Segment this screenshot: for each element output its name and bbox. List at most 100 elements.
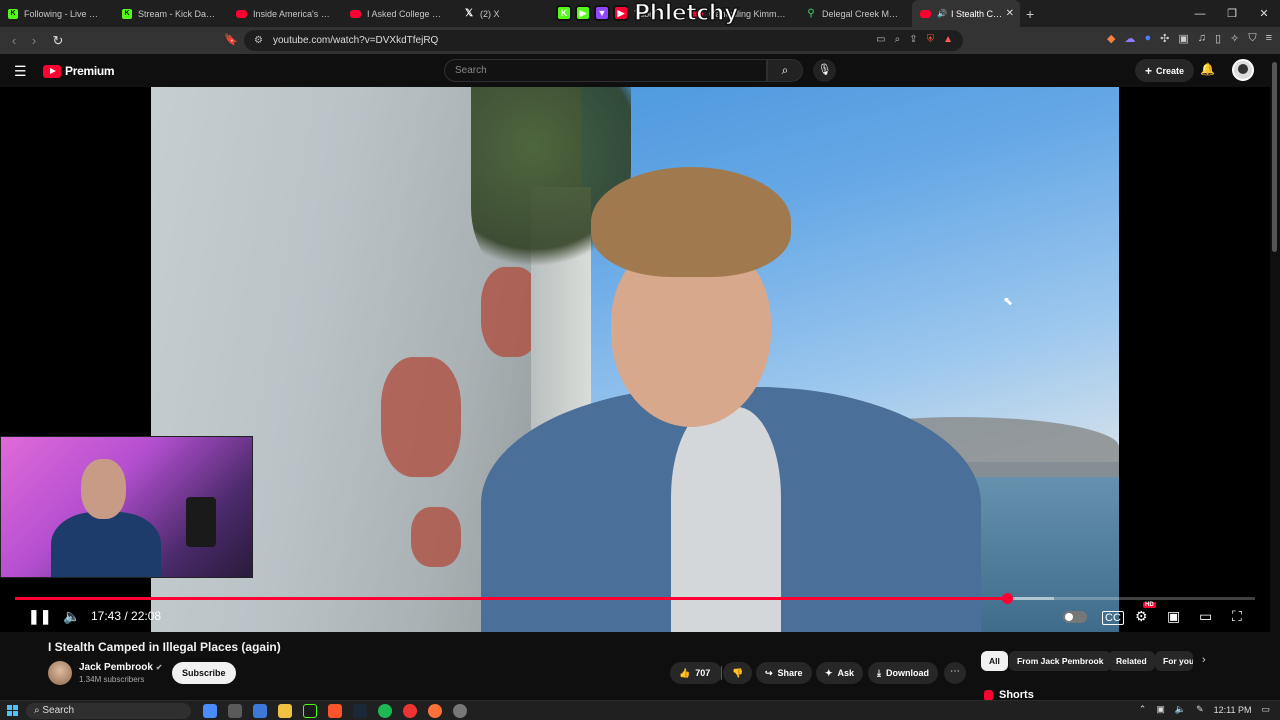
play-logo-icon: ▶ [575, 5, 591, 21]
tab-youtube-college[interactable]: I Asked College Kids If [342, 0, 456, 27]
video-scene-brick-stain [381, 357, 461, 477]
tab-kick-dashboard[interactable]: KStream - Kick Dashboard [114, 0, 228, 27]
overlay-logo-text: Phletchy [633, 0, 739, 26]
verified-icon: ✔ [155, 663, 163, 672]
brave-browser-icon[interactable] [328, 704, 342, 718]
tab-maps-marina[interactable]: ⚲ Delegal Creek Marina [798, 0, 912, 27]
share-button[interactable]: ↪ Share [756, 662, 812, 684]
media-icon[interactable]: ♫ [1198, 32, 1206, 45]
spotify-icon[interactable] [378, 704, 392, 718]
zoom-icon[interactable]: ⌕ [895, 34, 901, 45]
autoplay-toggle[interactable] [1063, 611, 1087, 623]
site-info-icon[interactable]: ⚙ [254, 35, 263, 46]
extensions-puzzle-icon[interactable]: ✣ [1160, 32, 1169, 45]
fullscreen-icon[interactable]: ⛶ [1232, 608, 1242, 625]
notifications-bell-icon[interactable]: 🔔 [1200, 62, 1215, 76]
search-input[interactable]: Search [444, 59, 767, 82]
miniplayer-icon[interactable]: ▣ [1167, 608, 1180, 625]
tab-youtube-meth[interactable]: Inside America's Meth [228, 0, 342, 27]
chip-related[interactable]: Related [1108, 651, 1155, 671]
close-window-icon[interactable]: ✕ [1248, 7, 1280, 20]
copilot-icon[interactable] [203, 704, 217, 718]
app-red-icon[interactable] [403, 704, 417, 718]
share-page-icon[interactable]: ⇪ [909, 34, 917, 45]
create-button[interactable]: + Create [1135, 59, 1195, 82]
minimize-icon[interactable]: — [1184, 8, 1216, 20]
clock[interactable]: 12:11 PM [1214, 705, 1252, 715]
tab-kick-following[interactable]: KFollowing - Live Stream [0, 0, 114, 27]
chevron-right-icon[interactable]: › [1202, 654, 1206, 666]
windows-start-icon[interactable] [7, 705, 18, 716]
tray-pen-icon[interactable]: ✎ [1196, 704, 1204, 715]
restore-icon[interactable]: ❐ [1216, 7, 1248, 20]
extension-fox-icon[interactable]: ◆ [1107, 32, 1115, 45]
leo-ai-icon[interactable]: ✧ [1230, 32, 1239, 45]
dislike-button[interactable]: 👎 [723, 662, 753, 684]
extension-blue-icon[interactable]: ● [1145, 32, 1152, 45]
tray-app-icon[interactable]: ▣ [1156, 704, 1165, 715]
map-pin-icon: ⚲ [807, 8, 815, 19]
channel-avatar[interactable] [48, 661, 72, 685]
vpn-shield-icon[interactable]: ⛉ [1248, 32, 1256, 45]
hamburger-menu-icon[interactable]: ☰ [14, 63, 27, 80]
obs-icon[interactable] [303, 704, 317, 718]
forward-icon[interactable]: › [24, 33, 44, 48]
close-tab-icon[interactable]: ✕ [1006, 8, 1014, 19]
search-button[interactable]: ⌕ [767, 59, 803, 82]
video-player[interactable]: ⬉ ❚❚ 🔈 17:43 / 22:08 CC ⚙ HD ▣ ▭ ⛶ [0, 87, 1270, 632]
player-controls: ❚❚ 🔈 17:43 / 22:08 CC ⚙ HD ▣ ▭ ⛶ [0, 602, 1270, 632]
reload-icon[interactable]: ↻ [48, 33, 68, 49]
theater-mode-icon[interactable]: ▭ [1199, 608, 1212, 625]
voice-search-button[interactable]: 🎙 [813, 59, 836, 82]
url-omnibox[interactable]: ⚙ youtube.com/watch?v=DVXkdTfejRQ ▭ ⌕ ⇪ … [244, 30, 963, 51]
notification-center-icon[interactable]: ▭ [1261, 704, 1270, 715]
file-explorer-icon[interactable] [278, 704, 292, 718]
volume-tray-icon[interactable]: 🔈 [1175, 704, 1186, 715]
tray-chevron-icon[interactable]: ⌃ [1139, 704, 1147, 715]
steam-icon[interactable] [353, 704, 367, 718]
video-frame[interactable] [151, 87, 1119, 632]
captions-icon[interactable]: CC [1102, 611, 1124, 625]
sidebar-toggle-icon[interactable]: ▯ [1215, 32, 1221, 45]
microsoft-store-icon[interactable] [253, 704, 267, 718]
app-circle-icon[interactable] [453, 704, 467, 718]
taskbar-search[interactable]: ⌕ Search [26, 703, 191, 719]
youtube-masthead: ☰ Premium Search ⌕ 🎙 + Create 🔔 [0, 54, 1280, 87]
new-tab-button[interactable]: + [1026, 6, 1034, 22]
chip-all[interactable]: All [981, 651, 1008, 671]
cast-icon[interactable]: ▭ [876, 34, 885, 45]
search-icon: ⌕ [781, 63, 789, 77]
url-text[interactable]: youtube.com/watch?v=DVXkdTfejRQ [273, 35, 438, 46]
extension-cloud-icon[interactable]: ☁ [1125, 32, 1136, 45]
page-scrollbar[interactable] [1272, 62, 1277, 252]
bookmark-icon[interactable]: 🔖 [224, 33, 238, 46]
brave-shield-icon[interactable]: ⛨ [927, 34, 935, 45]
account-avatar[interactable] [1232, 59, 1254, 81]
share-icon: ↪ [765, 667, 773, 678]
chip-for-you[interactable]: For you [1155, 651, 1193, 671]
extensions-bar: ◆ ☁ ● ✣ ▣ ♫ ▯ ✧ ⛉ ≡ [1107, 32, 1272, 45]
volume-icon[interactable]: 🔈 [63, 608, 80, 625]
youtube-premium-logo[interactable]: Premium [43, 64, 115, 78]
pause-icon[interactable]: ❚❚ [28, 608, 51, 625]
address-bar: ‹ › ↻ 🔖 ⚙ youtube.com/watch?v=DVXkdTfejR… [0, 27, 1280, 54]
progress-bar[interactable] [15, 593, 1255, 604]
subscribe-button[interactable]: Subscribe [172, 662, 236, 684]
tab-x[interactable]: 𝕏 (2) X [456, 0, 570, 27]
brave-rewards-icon[interactable]: ▲ [943, 34, 953, 45]
settings-gear-icon[interactable]: ⚙ [1135, 608, 1148, 625]
download-button[interactable]: ⤓ Download [868, 662, 938, 684]
webcam-person-torso [51, 512, 161, 577]
menu-icon[interactable]: ≡ [1266, 32, 1272, 45]
time-display: 17:43 / 22:08 [91, 609, 162, 623]
extension-box-icon[interactable]: ▣ [1178, 32, 1188, 45]
firefox-icon[interactable] [428, 704, 442, 718]
ask-button[interactable]: ✦ Ask [816, 662, 864, 684]
channel-name[interactable]: Jack Pembrook ✔ [79, 662, 162, 673]
more-actions-button[interactable]: ⋯ [944, 662, 966, 684]
tab-stealth-camped[interactable]: 🔊I Stealth Camped✕ [912, 0, 1020, 27]
chip-from-channel[interactable]: From Jack Pembrook [1009, 651, 1112, 671]
widgets-icon[interactable] [228, 704, 242, 718]
like-button[interactable]: 👍 707 [670, 662, 723, 684]
back-icon[interactable]: ‹ [4, 33, 24, 48]
